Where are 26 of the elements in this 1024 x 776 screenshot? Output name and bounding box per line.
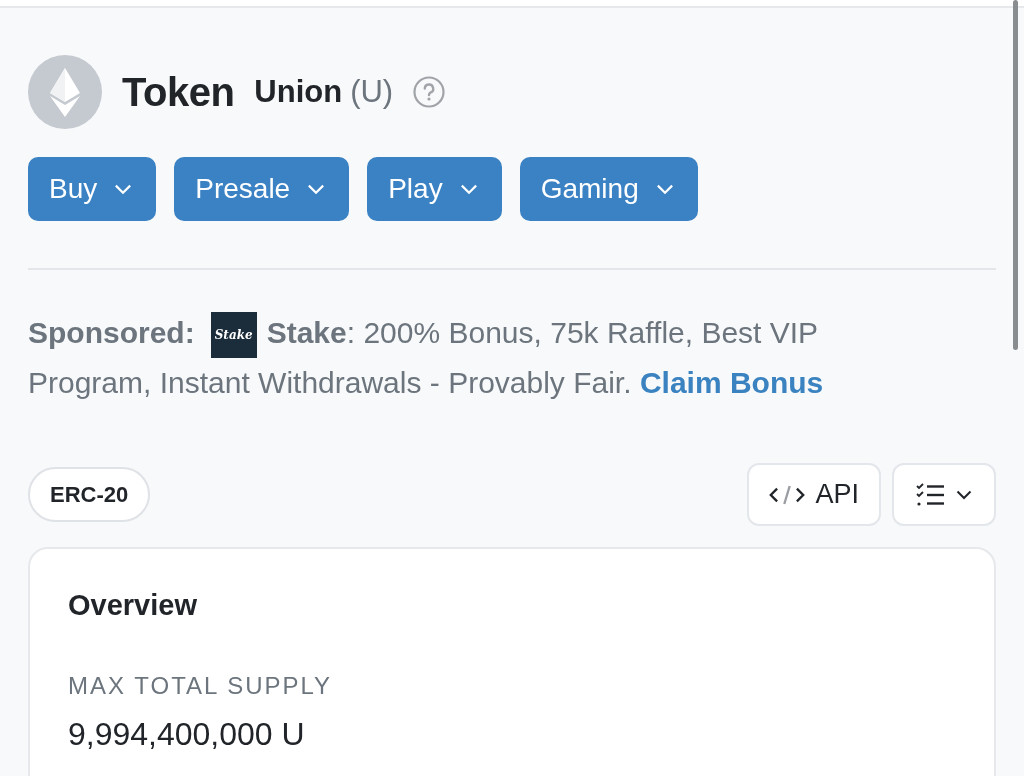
token-standard-badge: ERC-20: [28, 467, 151, 523]
chevron-down-icon: [956, 489, 972, 500]
sponsored-text: Sponsored: Stake Stake: 200% Bonus, 75k Raffle, Best VIP Program, Instant Withdrawals - Provably Fair. Claim Bonus: [28, 308, 928, 409]
scrollbar-thumb[interactable]: [1013, 0, 1018, 350]
dropdown-button[interactable]: Buy: [28, 157, 157, 221]
diamond-logo-icon: [28, 55, 102, 129]
dropdown-button[interactable]: Presale: [174, 157, 350, 221]
field-value: 9,994,400,000 U: [68, 716, 306, 754]
dropdown-button[interactable]: Gaming: [519, 157, 698, 221]
chevron-down-icon: [655, 183, 674, 195]
page-title: Token: [122, 69, 235, 115]
chevron-down-icon: [459, 183, 478, 195]
card-title: Overview: [68, 589, 198, 623]
checklist-dropdown-button[interactable]: [892, 463, 996, 527]
stake-logo: Stake: [210, 312, 257, 359]
field-label: MAX TOTAL SUPPLY: [68, 672, 334, 701]
help-icon[interactable]: [413, 76, 446, 108]
token-symbol: (U): [350, 74, 394, 110]
chevron-down-icon: [114, 183, 133, 195]
checklist-icon: [916, 482, 944, 507]
code-icon: [769, 483, 806, 506]
api-button[interactable]: API: [747, 463, 881, 527]
claim-bonus-link[interactable]: Claim Bonus: [639, 366, 824, 400]
chevron-down-icon: [307, 183, 326, 195]
token-name: Union: [254, 74, 343, 110]
dropdown-button[interactable]: Play: [367, 157, 502, 221]
